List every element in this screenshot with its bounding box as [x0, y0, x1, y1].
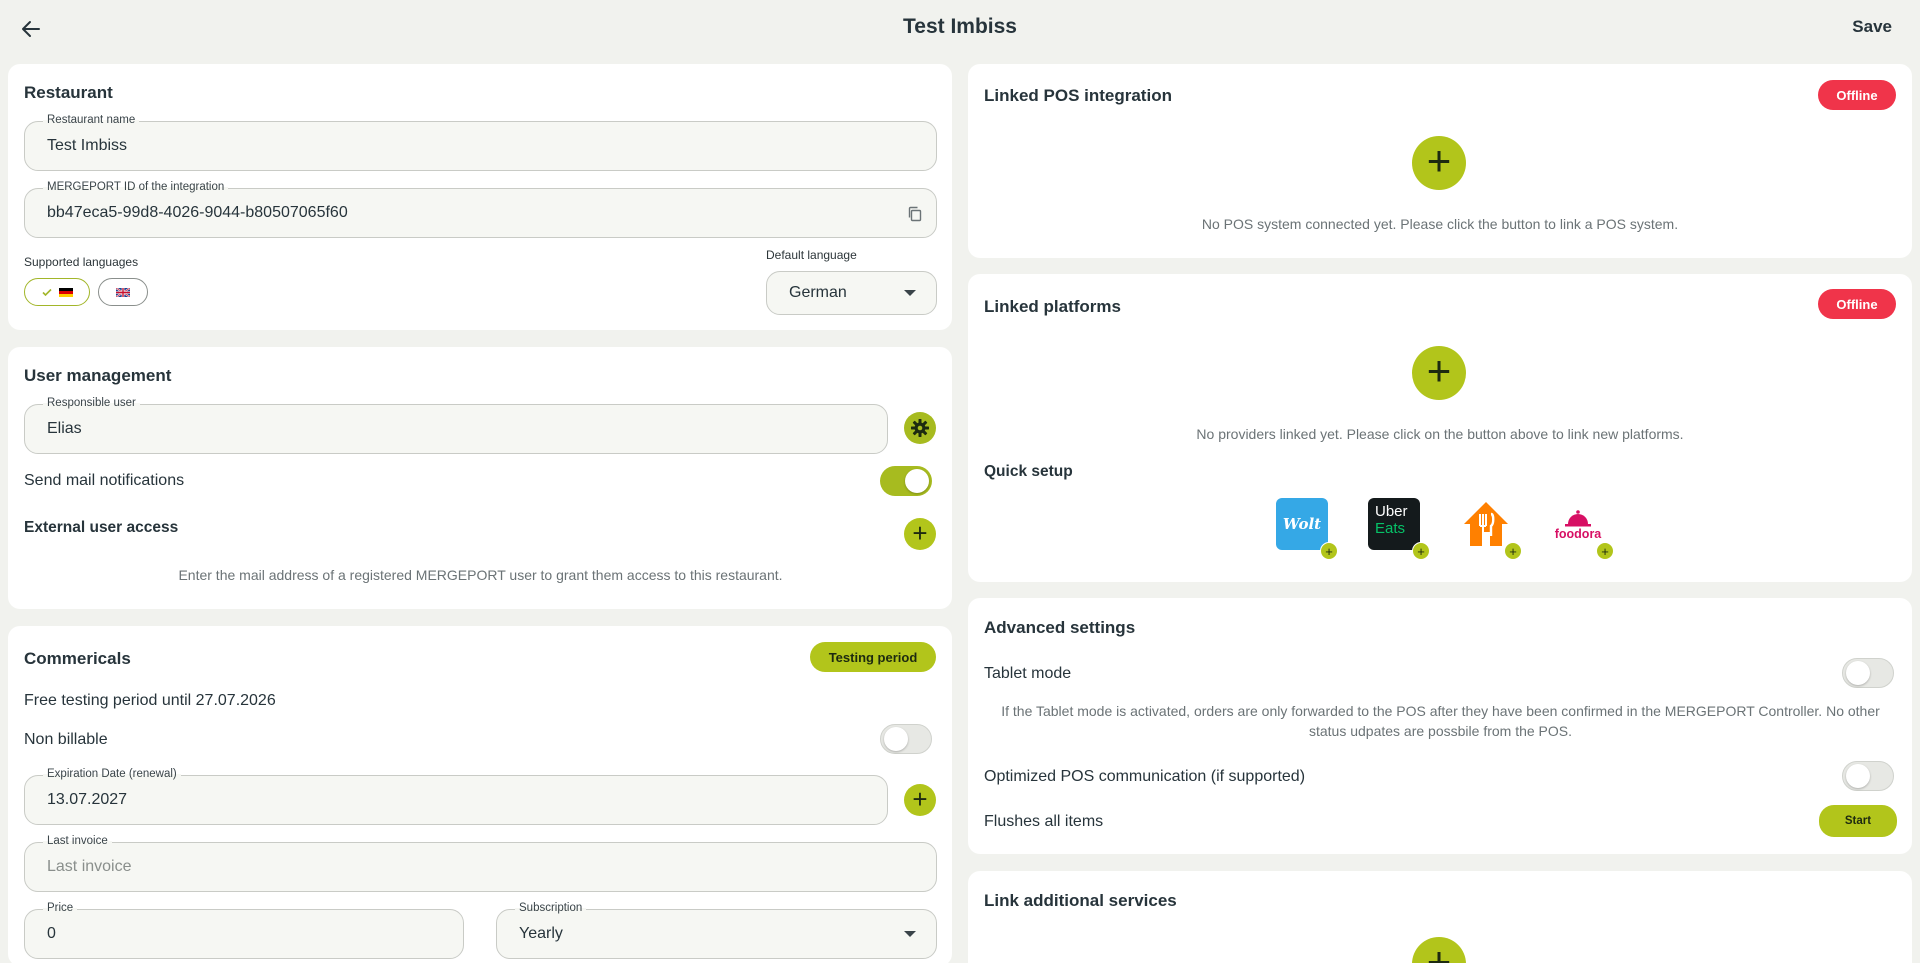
- pos-status-badge: Offline: [1818, 80, 1896, 110]
- user-management-title: User management: [24, 366, 172, 385]
- add-platform-button[interactable]: +: [1412, 346, 1466, 400]
- german-flag-icon: [59, 287, 73, 297]
- user-management-card: User management Responsible user Elias S…: [8, 347, 952, 609]
- platforms-status-badge: Offline: [1818, 289, 1896, 319]
- linked-platforms-card: Linked platforms Offline + No providers …: [968, 274, 1912, 582]
- expiration-date-field[interactable]: Expiration Date (renewal) 13.07.2027: [24, 768, 888, 825]
- page-title: Test Imbiss: [903, 15, 1017, 38]
- external-access-label: External user access: [24, 519, 179, 536]
- commercials-title: Commericals: [24, 649, 131, 668]
- language-chip-german[interactable]: [24, 278, 90, 306]
- non-billable-label: Non billable: [24, 731, 108, 748]
- mail-notifications-toggle[interactable]: [880, 466, 932, 496]
- plus-icon: +: [912, 518, 928, 548]
- add-expiration-button[interactable]: +: [904, 784, 936, 816]
- plus-icon: +: [1320, 542, 1338, 560]
- additional-services-card: Link additional services +: [968, 871, 1912, 963]
- lieferando-house-icon: [1464, 502, 1508, 546]
- plus-icon: +: [1504, 542, 1522, 560]
- plus-icon: +: [1426, 938, 1452, 963]
- dropdown-caret-icon: [904, 931, 916, 937]
- price-field[interactable]: Price 0: [24, 902, 464, 959]
- foodora-logo-text: foodora: [1554, 527, 1602, 541]
- restaurant-name-field[interactable]: Restaurant name Test Imbiss: [24, 114, 937, 171]
- add-pos-button[interactable]: +: [1412, 136, 1466, 190]
- uk-flag-icon: [116, 287, 130, 297]
- eats-logo-text: Eats: [1375, 520, 1406, 537]
- last-invoice-placeholder: Last invoice: [47, 858, 132, 875]
- responsible-user-value: Elias: [47, 420, 82, 437]
- external-access-help: Enter the mail address of a registered M…: [178, 567, 783, 583]
- default-language-label: Default language: [766, 248, 857, 262]
- price-value: 0: [47, 925, 56, 942]
- subscription-value: Yearly: [519, 925, 563, 942]
- commercials-card: Commericals Testing period Free testing …: [8, 626, 952, 963]
- supported-languages-label: Supported languages: [24, 255, 139, 269]
- mergeport-id-value: bb47eca5-99d8-4026-9044-b80507065f60: [47, 204, 348, 221]
- testing-period-badge: Testing period: [810, 642, 936, 672]
- copy-icon[interactable]: [906, 205, 924, 223]
- check-icon: [42, 288, 52, 297]
- user-settings-button[interactable]: [904, 412, 936, 444]
- default-language-value: German: [789, 284, 847, 301]
- add-external-user-button[interactable]: +: [904, 518, 936, 550]
- plus-icon: +: [1426, 347, 1452, 394]
- mergeport-id-label: MERGEPORT ID of the integration: [43, 181, 229, 193]
- top-bar: Test Imbiss Save: [0, 0, 1920, 58]
- add-service-button[interactable]: +: [1412, 937, 1466, 963]
- non-billable-toggle[interactable]: [880, 724, 932, 754]
- provider-lieferando[interactable]: +: [1460, 498, 1522, 560]
- provider-uber-eats[interactable]: Uber Eats +: [1368, 498, 1430, 560]
- responsible-user-label: Responsible user: [43, 397, 140, 409]
- tablet-mode-toggle[interactable]: [1842, 658, 1894, 688]
- gear-icon: [911, 419, 929, 437]
- restaurant-name-label: Restaurant name: [43, 114, 140, 126]
- advanced-settings-card: Advanced settings Tablet mode If the Tab…: [968, 598, 1912, 854]
- price-label: Price: [43, 902, 78, 914]
- advanced-settings-title: Advanced settings: [984, 618, 1136, 637]
- uber-logo-text: Uber: [1375, 503, 1408, 520]
- mergeport-id-field[interactable]: MERGEPORT ID of the integration bb47eca5…: [24, 181, 937, 238]
- additional-services-title: Link additional services: [984, 891, 1177, 910]
- optimized-pos-toggle[interactable]: [1842, 761, 1894, 791]
- last-invoice-field[interactable]: Last invoice Last invoice: [24, 835, 937, 892]
- restaurant-title: Restaurant: [24, 83, 113, 102]
- subscription-select[interactable]: Subscription Yearly: [496, 902, 937, 959]
- subscription-label: Subscription: [515, 902, 587, 914]
- pos-integration-title: Linked POS integration: [984, 86, 1172, 105]
- optimized-pos-label: Optimized POS communication (if supporte…: [984, 768, 1306, 785]
- flush-start-button[interactable]: Start: [1819, 805, 1897, 837]
- flush-items-label: Flushes all items: [984, 813, 1104, 830]
- save-button[interactable]: Save: [1852, 17, 1892, 37]
- testing-period-text: Free testing period until 27.07.2026: [24, 692, 276, 709]
- plus-icon: +: [912, 784, 928, 814]
- wolt-logo: Wolt: [1282, 515, 1322, 533]
- language-chip-english[interactable]: [98, 278, 148, 306]
- linked-platforms-title: Linked platforms: [984, 297, 1121, 316]
- pos-empty-text: No POS system connected yet. Please clic…: [1201, 216, 1679, 232]
- tablet-mode-help: If the Tablet mode is activated, orders …: [1001, 703, 1880, 739]
- mail-notifications-label: Send mail notifications: [24, 472, 185, 489]
- tablet-mode-label: Tablet mode: [984, 665, 1072, 682]
- pos-integration-card: Linked POS integration Offline + No POS …: [968, 64, 1912, 258]
- provider-foodora[interactable]: foodora +: [1552, 498, 1614, 560]
- provider-wolt[interactable]: Wolt +: [1276, 498, 1338, 560]
- plus-icon: +: [1426, 137, 1452, 184]
- dropdown-caret-icon: [904, 290, 916, 296]
- responsible-user-field[interactable]: Responsible user Elias: [24, 397, 888, 454]
- plus-icon: +: [1596, 542, 1614, 560]
- quick-setup-label: Quick setup: [984, 463, 1073, 480]
- last-invoice-label: Last invoice: [43, 835, 112, 847]
- default-language-select[interactable]: German: [766, 271, 937, 315]
- restaurant-card: Restaurant Restaurant name Test Imbiss M…: [8, 64, 952, 330]
- platforms-empty-text: No providers linked yet. Please click on…: [1196, 426, 1684, 442]
- expiration-date-value: 13.07.2027: [47, 791, 128, 808]
- restaurant-name-value: Test Imbiss: [47, 137, 128, 154]
- plus-icon: +: [1412, 542, 1430, 560]
- expiration-date-label: Expiration Date (renewal): [43, 768, 181, 780]
